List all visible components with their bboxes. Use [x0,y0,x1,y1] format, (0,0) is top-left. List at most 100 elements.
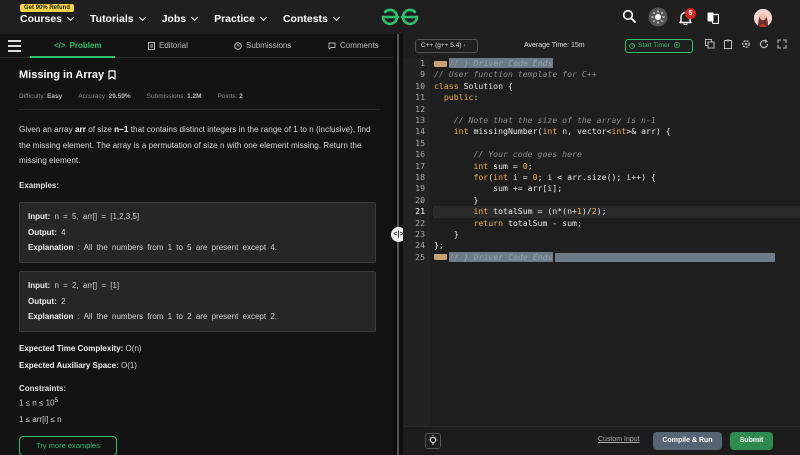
panel-resizer[interactable] [393,34,403,455]
fullscreen-icon[interactable] [777,39,787,49]
example-box-1: Input: n = 5, arr[] = [1,2,3,5] Output: … [19,202,376,263]
problem-title-text: Missing in Array [19,69,105,81]
menu-contests-label: Contests [282,13,328,25]
code-brackets-icon: </> [54,41,66,50]
code-area[interactable]: 1// } Driver Code Ends 9// User function… [403,58,800,454]
submit-button[interactable]: Submit [730,432,773,450]
bookmark-icon[interactable] [108,70,116,80]
problem-panel: </> Problem Editorial Submissions Commen… [0,34,393,455]
accuracy-stat: Accuracy: 29.59% [78,93,130,100]
translate-icon[interactable] [707,12,719,24]
play-icon [673,42,680,49]
menu-practice[interactable]: Practice [214,13,268,25]
points-stat: Points: 2 [218,93,243,100]
notification-count-badge: 5 [685,8,696,19]
search-icon[interactable] [622,9,636,23]
constraint-n: 1 ≤ n ≤ 105 [19,398,58,408]
language-select-value: C++ (g++ 5.4) [421,42,462,49]
menu-courses-label: Courses [20,13,63,25]
menu-courses[interactable]: Courses [20,13,75,25]
folded-code-marker-icon[interactable] [434,60,447,67]
submissions-label: Submissions: [146,93,186,100]
submissions-stat: Submissions: 1.2M [147,93,202,100]
try-more-examples-button[interactable]: Try more examples [19,436,117,455]
code-line: 24}; [415,240,444,251]
chevron-down-icon [259,13,268,22]
points-value: 2 [239,93,243,100]
tab-submissions[interactable]: Submissions [234,41,291,50]
problem-stats: Difficulty: Easy Accuracy: 29.59% Submis… [19,93,243,100]
menu-jobs[interactable]: Jobs [162,13,199,25]
code-line: 17 int sum = 0; [415,160,533,171]
main-menu: Courses Tutorials Jobs Practice Contests [20,13,356,25]
output-label: Output: [28,296,57,306]
code-line: 9// User function template for C++ [420,69,597,80]
user-avatar[interactable] [754,9,772,27]
constraints-heading: Constraints: [19,384,67,393]
gfg-logo-icon[interactable] [380,8,420,26]
paste-icon[interactable] [723,39,733,49]
code-line: 15 [415,137,425,148]
reset-icon[interactable] [759,39,769,49]
chevron-down-icon [66,13,75,22]
input-label: Input: [28,281,51,290]
code-line: 13 // Note that the size of the array is… [415,115,656,125]
tab-submissions-label: Submissions [246,41,292,50]
code-line: 10 class Solution { [415,80,513,91]
timer-icon [629,43,635,49]
accuracy-label: Accuracy: [78,93,107,100]
code-line: 21 int totalSum = (n*(n+1)/2); [415,206,607,217]
constraint-arr: 1 ≤ arr[i] ≤ n [19,415,62,424]
top-navbar: Get 90% Refund Courses Tutorials Jobs Pr… [0,0,800,34]
problem-tab-bar: </> Problem Editorial Submissions Commen… [0,34,393,58]
menu-contests[interactable]: Contests [282,13,340,25]
example-output: 2 [56,296,66,306]
accuracy-value: 29.59% [108,93,131,100]
example-input: n = 2, arr[] = [1] [50,281,120,290]
examples-heading: Examples: [19,181,60,190]
custom-input-link[interactable]: Custom Input [598,436,640,443]
problem-title: Missing in Array [19,69,116,81]
hamburger-menu-icon[interactable] [8,40,21,55]
space-complexity: Expected Auxiliary Space: O(1) [19,361,137,370]
tab-comments-label: Comments [340,41,379,50]
copy-icon[interactable] [705,39,715,49]
clock-icon [234,41,242,50]
compile-run-button[interactable]: Compile & Run [653,432,722,450]
difficulty-label: Difficulty: [19,93,46,100]
time-complexity-value: O(n) [123,344,142,353]
refund-promo-badge[interactable]: Get 90% Refund [20,4,75,12]
code-line: 14 int missingNumber(int n, vector<int>&… [415,126,671,137]
start-timer-button[interactable]: Start Timer [625,39,693,53]
space-complexity-value: O(1) [118,361,137,370]
space-complexity-label: Expected Auxiliary Space: [19,361,119,370]
theme-toggle-sun-icon[interactable] [648,7,668,27]
difficulty-stat: Difficulty: Easy [19,93,62,100]
explanation-label: Explanation [28,243,74,252]
example-explanation: : All the numbers from 1 to 5 are presen… [73,243,277,252]
language-select[interactable]: C++ (g++ 5.4) › [415,39,478,53]
code-line: 25// } Driver Code Ends [403,251,800,263]
code-line: 11 public: [415,92,479,103]
gear-icon[interactable] [741,39,751,49]
editor-toolbar: C++ (g++ 5.4) › Average Time: 15m Start T… [403,34,800,58]
tab-editorial[interactable]: Editorial [148,41,188,50]
menu-practice-label: Practice [214,13,255,25]
hint-lightbulb-icon[interactable] [425,433,441,449]
explanation-label: Explanation [28,312,74,321]
tab-comments[interactable]: Comments [328,41,379,50]
time-complexity: Expected Time Complexity: O(n) [19,344,142,353]
constraint-n-text: 1 ≤ n ≤ 10 [19,398,55,408]
lightbulb-icon [428,435,438,445]
difficulty-value: Easy [47,93,63,100]
example-explanation: : All the numbers from 1 to 2 are presen… [73,312,277,321]
resizer-bar [397,34,399,455]
tab-problem-label: Problem [69,41,102,50]
tab-editorial-label: Editorial [159,41,188,50]
chevron-down-icon [332,13,340,22]
code-line: 23 } [415,229,459,239]
example-input: n = 5, arr[] = [1,2,3,5] [50,212,140,221]
folded-code-marker-icon[interactable] [434,254,447,261]
menu-tutorials[interactable]: Tutorials [90,13,146,25]
tab-problem[interactable]: </> Problem [54,41,102,50]
